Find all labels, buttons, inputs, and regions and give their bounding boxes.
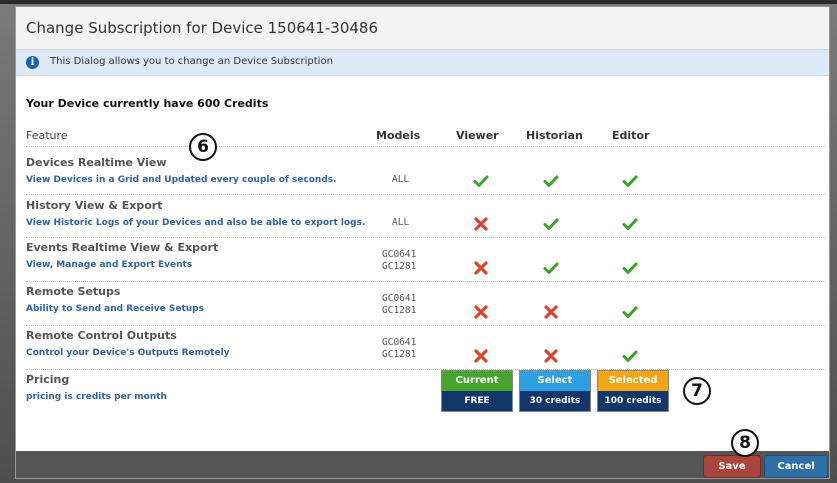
feature-models: ALL: [392, 174, 409, 186]
check-icon: [473, 173, 489, 189]
change-subscription-dialog: Change Subscription for Device 150641-30…: [15, 6, 830, 479]
check-icon: [622, 304, 638, 320]
plan-current-price: FREE: [442, 391, 512, 411]
column-header-editor: Editor: [612, 129, 650, 142]
info-icon: i: [26, 56, 39, 69]
feature-title: Devices Realtime View: [26, 156, 167, 169]
column-header-historian: Historian: [526, 129, 583, 142]
feature-description: Ability to Send and Receive Setups: [26, 304, 204, 314]
model-code: GC1281: [382, 349, 417, 360]
plan-current-card[interactable]: Current FREE: [441, 370, 513, 412]
feature-row: Events Realtime View & Export View, Manag…: [26, 239, 826, 282]
cross-icon: [473, 260, 489, 276]
credits-text: Your Device currently have 600 Credits: [26, 97, 269, 110]
feature-title: Events Realtime View & Export: [26, 241, 219, 254]
model-code: GC0641: [382, 293, 417, 304]
check-icon: [622, 260, 638, 276]
check-icon: [543, 173, 559, 189]
model-code: GC1281: [382, 305, 417, 316]
cross-icon: [543, 348, 559, 364]
dialog-title: Change Subscription for Device 150641-30…: [26, 19, 379, 37]
cross-icon: [473, 304, 489, 320]
feature-description: View Historic Logs of your Devices and a…: [26, 218, 366, 228]
plan-select-card[interactable]: Select 30 credits: [519, 370, 591, 412]
feature-row: Remote Control Outputs Control your Devic…: [26, 327, 826, 370]
check-icon: [543, 216, 559, 232]
feature-row: Devices Realtime View View Devices in a G…: [26, 154, 826, 195]
pricing-title: Pricing: [26, 373, 70, 386]
cross-icon: [473, 216, 489, 232]
check-icon: [622, 173, 638, 189]
save-button[interactable]: Save: [703, 455, 761, 478]
feature-description: View, Manage and Export Events: [26, 260, 193, 270]
info-banner: i This Dialog allows you to change an De…: [16, 50, 829, 76]
feature-row: History View & Export View Historic Logs …: [26, 197, 826, 238]
dialog-footer: Save Cancel: [16, 451, 829, 478]
plan-select-price: 30 credits: [520, 391, 590, 411]
model-code: GC0641: [382, 249, 417, 260]
feature-models: GC0641 GC1281: [382, 293, 416, 317]
cross-icon: [543, 304, 559, 320]
model-code: ALL: [392, 174, 410, 185]
plan-selected-card[interactable]: Selected 100 credits: [597, 370, 669, 412]
top-bar: [0, 0, 837, 4]
dialog-title-bar: Change Subscription for Device 150641-30…: [16, 7, 829, 50]
feature-models: ALL: [392, 217, 409, 229]
column-header-viewer: Viewer: [456, 129, 499, 142]
plan-selected-price: 100 credits: [598, 391, 668, 411]
feature-models: GC0641 GC1281: [382, 337, 416, 361]
feature-title: Remote Setups: [26, 285, 121, 298]
pricing-desc: pricing is credits per month: [26, 392, 167, 402]
header-divider: [26, 146, 826, 147]
feature-description: Control your Device's Outputs Remotely: [26, 348, 230, 358]
feature-title: History View & Export: [26, 199, 163, 212]
plan-selected-label: Selected: [598, 371, 668, 391]
annotation-badge-6: 6: [189, 133, 217, 161]
plan-select-label: Select: [520, 371, 590, 391]
feature-row: Remote Setups Ability to Send and Receive…: [26, 283, 826, 326]
model-code: ALL: [392, 217, 410, 228]
model-code: GC0641: [382, 337, 417, 348]
feature-models: GC0641 GC1281: [382, 249, 416, 273]
annotation-badge-7: 7: [683, 377, 711, 405]
plan-current-label: Current: [442, 371, 512, 391]
check-icon: [622, 348, 638, 364]
column-header-feature: Feature: [26, 129, 68, 142]
column-header-models: Models: [376, 129, 421, 142]
annotation-badge-8: 8: [731, 429, 759, 457]
cross-icon: [473, 348, 489, 364]
cancel-button[interactable]: Cancel: [764, 455, 828, 478]
check-icon: [543, 260, 559, 276]
model-code: GC1281: [382, 261, 417, 272]
feature-description: View Devices in a Grid and Updated every…: [26, 175, 337, 185]
feature-title: Remote Control Outputs: [26, 329, 177, 342]
info-text: This Dialog allows you to change an Devi…: [50, 56, 333, 67]
check-icon: [622, 216, 638, 232]
